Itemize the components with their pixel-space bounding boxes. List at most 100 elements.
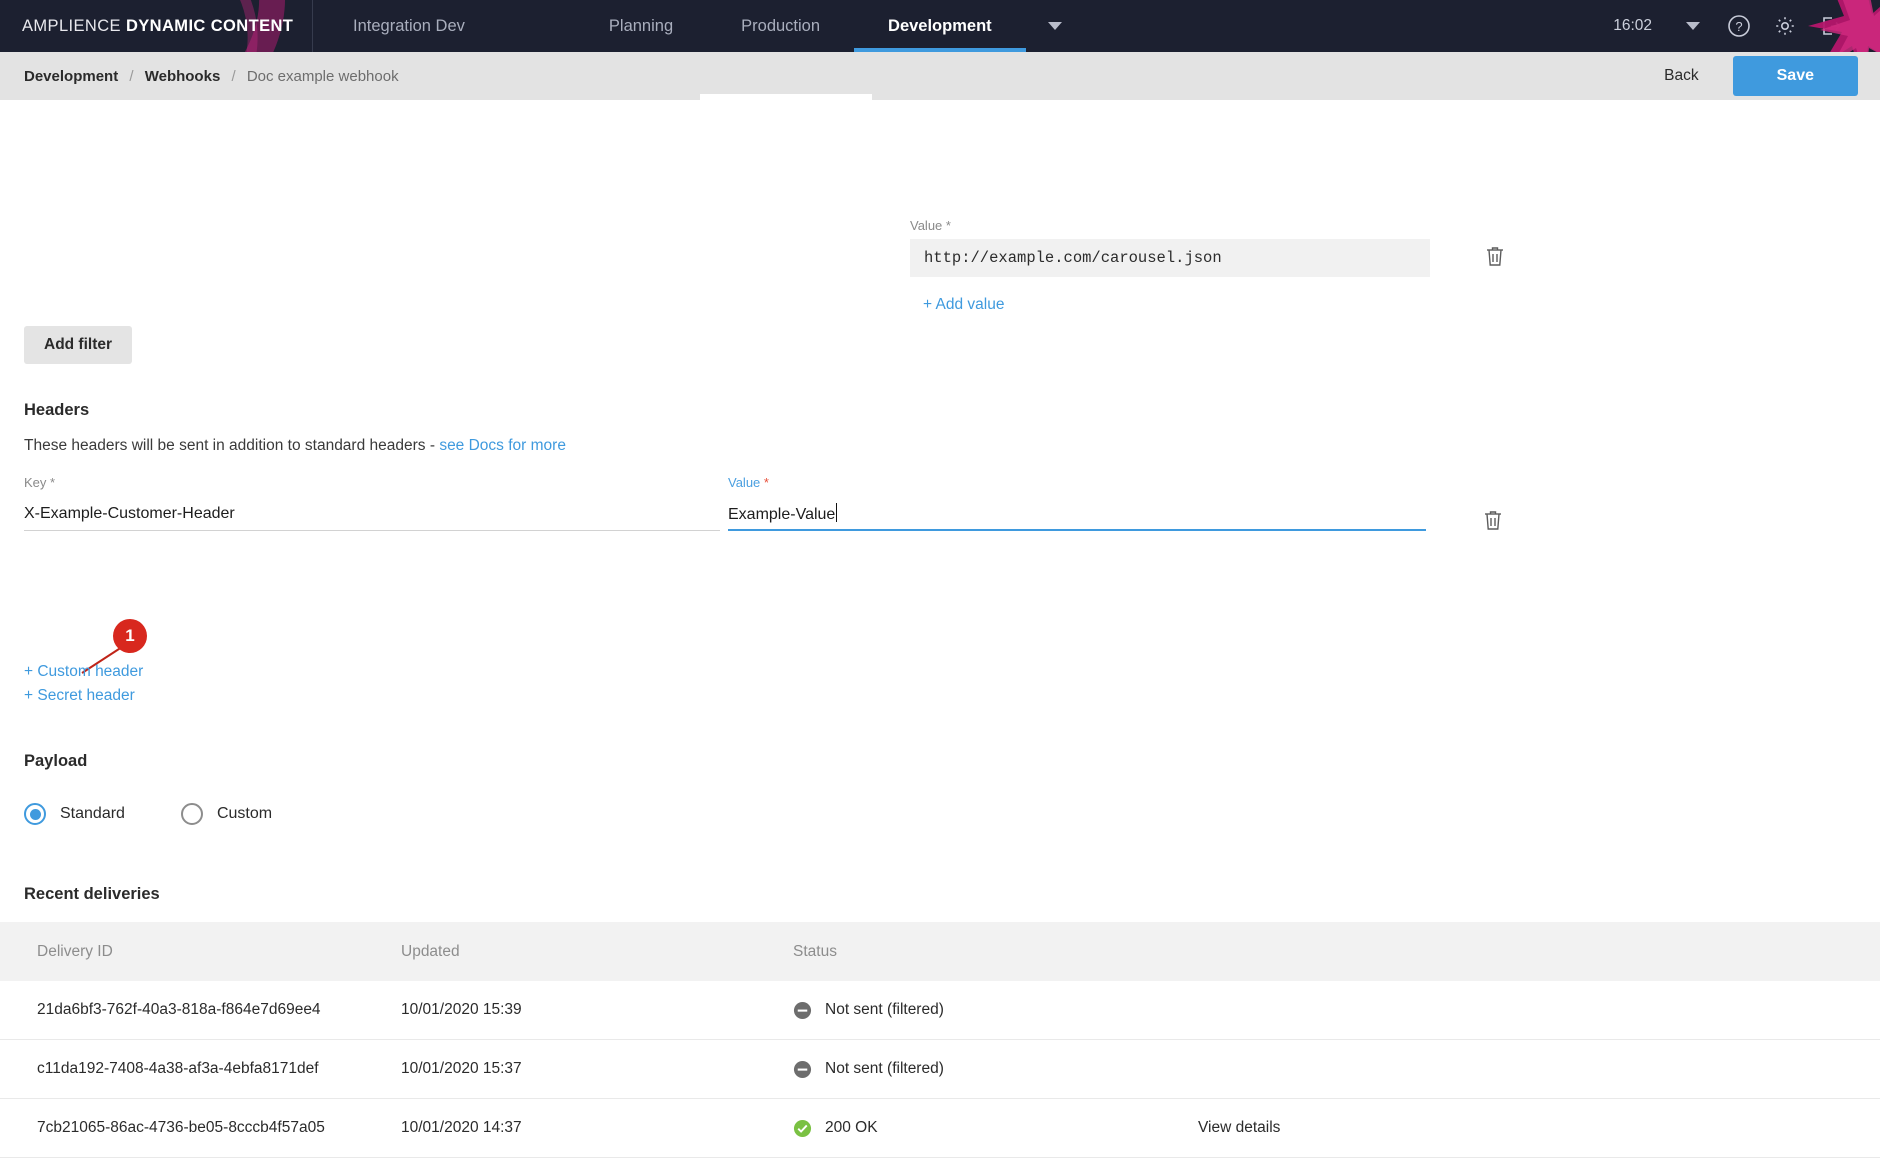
status-filtered-icon [793,1060,812,1078]
header-value-field: Value * Example-Value [728,475,1426,531]
brand-logo[interactable]: AMPLIENCE DYNAMIC CONTENT [0,0,313,52]
settings-button[interactable] [1762,0,1808,52]
gear-icon [1776,17,1794,35]
status-filtered-icon [793,1001,812,1019]
radio-unselected-icon [180,803,203,825]
cell-status: 200 OK [793,1119,1198,1138]
radio-selected-icon [24,803,46,825]
nav-item-label: Planning [608,16,674,35]
required-mark: * [763,475,769,490]
filter-value-field: Value * http://example.com/carousel.json [910,218,1430,277]
chevron-down-icon [1686,22,1700,30]
header-add-links: + Custom header + Secret header [24,660,143,708]
header-value-text: Example-Value [728,506,836,523]
breadcrumb: Development / Webhooks / Doc example web… [24,68,399,85]
headers-section-title: Headers [24,401,90,419]
filter-value-input[interactable]: http://example.com/carousel.json [910,239,1430,277]
payload-section-title: Payload [24,752,88,770]
nav-item-integration-dev[interactable]: Integration Dev [313,0,575,52]
see-docs-link[interactable]: see Docs for more [439,437,566,454]
cell-delivery-id: c11da192-7408-4a38-af3a-4ebfa8171def [37,1060,319,1077]
table-body: 21da6bf3-762f-40a3-818a-f864e7d69ee4 10/0… [0,981,1880,1175]
cell-delivery-id: 21da6bf3-762f-40a3-818a-f864e7d69ee4 [37,1001,321,1018]
column-header-delivery-id: Delivery ID [37,942,113,960]
cell-actions: View details [1198,1119,1880,1137]
table-row[interactable]: c11da192-7408-4a38-af3a-4ebfa8171def 10/0… [0,1040,1880,1099]
top-right-controls: 16:02 ? [1613,0,1880,52]
add-filter-button[interactable]: Add filter [24,326,133,364]
payload-option-standard[interactable]: Standard [24,803,125,825]
cell-delivery-id: 7cb21065-86ac-4736-be05-8cccb4f57a05 [37,1119,325,1136]
add-custom-header-link[interactable]: + Custom header [24,660,143,684]
breadcrumb-section[interactable]: Webhooks [145,68,221,85]
annotation-badge-1: 1 [113,619,147,653]
help-icon: ? [1728,15,1750,37]
cell-updated: 10/01/2020 15:39 [401,1001,522,1018]
table-row[interactable]: 21da6bf3-762f-40a3-818a-f864e7d69ee4 10/0… [0,981,1880,1040]
status-label: Not sent (filtered) [825,1060,944,1077]
nav-item-label: Production [741,16,821,35]
table-row[interactable]: 7cb21065-86ac-4736-be05-8cccb4f57a05 10/0… [0,1099,1880,1158]
nav-item-label: Development [888,16,992,35]
headers-description: These headers will be sent in addition t… [24,437,566,455]
brand-text-bold: DYNAMIC CONTENT [125,16,294,35]
timezone-dropdown-button[interactable] [1670,0,1716,52]
back-button[interactable]: Back [1654,61,1708,91]
cell-status: Not sent (filtered) [793,1060,1198,1079]
breadcrumb-separator: / [129,67,134,85]
table-header-row: Delivery ID Updated Status [0,922,1880,981]
brand-text-light: AMPLIENCE [22,16,126,35]
payload-option-label: Custom [216,805,273,822]
header-key-label-text: Key [24,475,47,490]
delete-filter-value-button[interactable] [1480,241,1510,276]
table-row[interactable]: a7f70a46-006e-4c9c-ac3f-14b63f3322a910/0… [0,1158,1880,1175]
save-button[interactable]: Save [1732,56,1858,96]
headers-description-text: These headers will be sent in addition t… [24,437,440,454]
breadcrumb-actions: Back Save [1654,56,1858,96]
column-header-status: Status [793,942,837,960]
breadcrumb-root[interactable]: Development [24,68,118,85]
nav-item-production[interactable]: Production [707,0,854,52]
svg-text:?: ? [1735,19,1742,34]
add-secret-header-link[interactable]: + Secret header [24,684,143,708]
recent-deliveries-table: Delivery ID Updated Status 21da6bf3-762f… [0,922,1880,1175]
add-value-link[interactable]: + Add value [923,296,1004,314]
logout-button[interactable] [1808,0,1854,52]
clock-label: 16:02 [1613,17,1652,34]
status-ok-icon [793,1119,812,1137]
nav-items: Integration Dev Planning Production Deve… [313,0,1026,52]
payload-radio-group: Standard Custom [24,803,272,825]
header-key-label: Key * [24,475,720,490]
breadcrumb-leaf: Doc example webhook [246,67,399,85]
nav-item-label: Integration Dev [353,16,465,35]
header-key-input[interactable] [24,498,720,531]
main-content: Value * http://example.com/carousel.json… [0,100,1880,1175]
filter-value-label-text: Value [910,218,943,233]
nav-item-development[interactable]: Development [854,0,1026,52]
delete-header-button[interactable] [1478,505,1508,540]
payload-option-custom[interactable]: Custom [180,803,273,825]
header-value-label: Value * [728,475,1426,490]
cell-status: Not sent (filtered) [793,1001,1198,1020]
nav-dropdown-button[interactable] [1026,0,1084,52]
help-button[interactable]: ? [1716,0,1762,52]
cell-updated: 10/01/2020 15:37 [401,1060,522,1077]
breadcrumb-bar: Development / Webhooks / Doc example web… [0,52,1880,106]
recent-deliveries-title: Recent deliveries [24,885,160,903]
nav-item-planning[interactable]: Planning [575,0,707,52]
column-header-updated: Updated [401,942,460,960]
logout-icon [1823,17,1841,35]
view-details-link[interactable]: View details [1198,1119,1280,1136]
status-label: Not sent (filtered) [825,1001,944,1018]
status-label: 200 OK [825,1119,878,1136]
trash-icon [1487,247,1503,266]
brand-text: AMPLIENCE DYNAMIC CONTENT [22,17,293,36]
header-value-input[interactable]: Example-Value [728,498,1426,531]
filter-value-label: Value * [910,218,1430,233]
text-cursor [836,503,838,522]
trash-icon [1485,511,1501,530]
top-navigation-bar: AMPLIENCE DYNAMIC CONTENT Integration De… [0,0,1880,52]
breadcrumb-separator: / [231,67,236,85]
header-value-label-text: Value [728,475,761,490]
required-mark: * [50,475,56,490]
